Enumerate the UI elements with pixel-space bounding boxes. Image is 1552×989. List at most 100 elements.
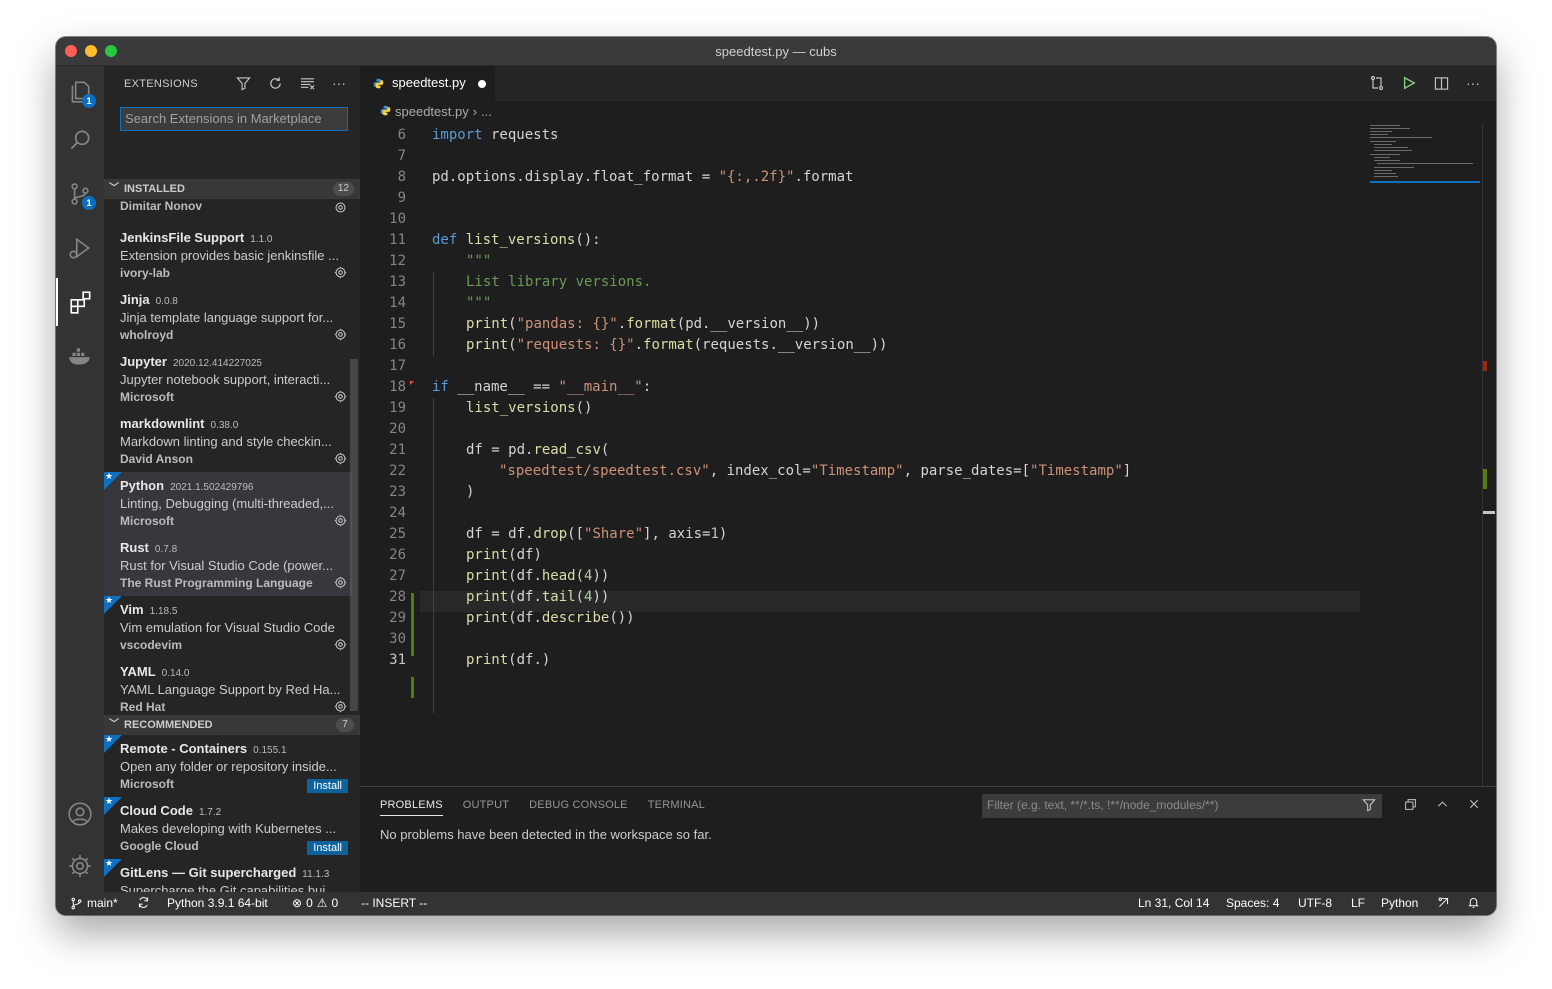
filter-icon[interactable]: [234, 74, 252, 92]
sidebar-scrollbar[interactable]: [350, 359, 358, 711]
manage-gear-icon[interactable]: [332, 326, 348, 342]
manage-gear-icon[interactable]: [332, 450, 348, 466]
extension-item[interactable]: Jinja 0.0.8 Jinja template language suppor…: [104, 286, 352, 348]
extension-item[interactable]: JenkinsFile Support 1.1.0 Extension provid…: [104, 224, 352, 286]
line-number: 6: [397, 127, 406, 143]
refresh-icon[interactable]: [266, 74, 284, 92]
indentation[interactable]: Spaces: 4: [1226, 896, 1279, 910]
install-button[interactable]: Install: [307, 779, 348, 793]
docker-activity[interactable]: [56, 332, 104, 380]
more-actions-icon[interactable]: ···: [1464, 74, 1482, 92]
extension-item[interactable]: ★ Vim 1.18.5 Vim emulation for Visual Studi…: [104, 595, 352, 658]
explorer-badge: 1: [82, 94, 96, 108]
extension-item[interactable]: ★ Python 2021.1.502429796 Linting, Debuggin…: [104, 471, 352, 534]
extension-item[interactable]: Jupyter 2020.12.414227025 Jupyter notebook…: [104, 348, 352, 410]
extension-item[interactable]: markdownlint 0.38.0 Markdown linting and s…: [104, 410, 352, 472]
ext-publisher: wholroyd: [120, 328, 174, 342]
line-number: 17: [389, 358, 406, 374]
extension-item[interactable]: YAML 0.14.0 YAML Language Support by Red H…: [104, 658, 352, 715]
manage-gear-icon[interactable]: [332, 698, 348, 714]
end-of-line[interactable]: LF: [1351, 896, 1365, 910]
recommended-section-header[interactable]: ﹀ RECOMMENDED 7: [104, 715, 360, 735]
manage-gear-icon[interactable]: [332, 512, 348, 528]
token: drop: [533, 526, 568, 542]
chevron-up-icon[interactable]: [1434, 796, 1450, 812]
encoding[interactable]: UTF-8: [1298, 896, 1332, 910]
manage-gear-icon[interactable]: [332, 264, 348, 280]
manage-gear-icon[interactable]: [332, 199, 348, 215]
code-line: 19 list_versions(): [360, 398, 1360, 419]
installed-section-header[interactable]: ﹀ INSTALLED 12: [104, 179, 360, 199]
feedback-icon[interactable]: [1437, 896, 1450, 909]
extension-item[interactable]: Rust 0.7.8 Rust for Visual Studio Code (po…: [104, 534, 352, 596]
problems-filter-input[interactable]: Filter (e.g. text, **/*.ts, !**/node_mod…: [982, 794, 1382, 818]
token: """: [466, 295, 492, 311]
tab-terminal[interactable]: TERMINAL: [648, 799, 705, 816]
python-file-icon: [380, 104, 391, 119]
explorer-activity[interactable]: 1: [56, 68, 104, 116]
extensions-activity[interactable]: [56, 278, 104, 326]
branch-status[interactable]: main*: [70, 896, 118, 910]
language-mode[interactable]: Python: [1381, 896, 1418, 910]
filter-icon[interactable]: [1362, 798, 1376, 815]
filter-placeholder: Filter (e.g. text, **/*.ts, !**/node_mod…: [987, 798, 1219, 812]
extensions-search-input[interactable]: Search Extensions in Marketplace: [120, 107, 348, 131]
warning-icon: ⚠: [316, 896, 328, 910]
code-line: 28 print(df.tail(4)): [360, 587, 1360, 608]
manage-gear-icon[interactable]: [332, 574, 348, 590]
search-activity[interactable]: [56, 116, 104, 164]
tab-debug-console[interactable]: DEBUG CONSOLE: [529, 799, 628, 816]
close-icon[interactable]: [1466, 796, 1482, 812]
manage-gear-icon[interactable]: [332, 388, 348, 404]
manage-activity[interactable]: [56, 842, 104, 890]
sidebar-title: EXTENSIONS: [124, 78, 198, 90]
extension-item[interactable]: ★ GitLens — Git supercharged 11.1.3 Superch…: [104, 858, 352, 892]
manage-gear-icon[interactable]: [332, 636, 348, 652]
list-item-partial[interactable]: Dimitar Nonov: [104, 199, 352, 224]
problems-status[interactable]: ⊗ 0 ⚠ 0: [292, 896, 338, 910]
docker-icon: [69, 348, 90, 365]
token: list_versions: [466, 400, 576, 416]
bell-icon[interactable]: [1467, 896, 1480, 909]
tab-speedtest-py[interactable]: speedtest.py: [360, 66, 495, 101]
breadcrumb-symbol[interactable]: ...: [481, 104, 492, 119]
code-editor[interactable]: 6 import requests 7 8 pd.options.display.f…: [360, 125, 1360, 671]
split-editor-icon[interactable]: [1432, 74, 1450, 92]
accounts-activity[interactable]: [56, 790, 104, 838]
code-line: 21 df = pd.read_csv(: [360, 440, 1360, 461]
python-interpreter[interactable]: Python 3.9.1 64-bit: [167, 896, 268, 910]
breadcrumb-file[interactable]: speedtest.py: [395, 104, 469, 119]
restore-panel-icon[interactable]: [1402, 796, 1418, 812]
tab-problems[interactable]: PROBLEMS: [380, 799, 443, 816]
vscode-window: speedtest.py — cubs 1 1 EXTENSIONS ··· S…: [56, 37, 1496, 915]
clear-icon[interactable]: [298, 74, 316, 92]
activity-bar: 1 1: [56, 66, 104, 892]
unsaved-dot-icon[interactable]: [478, 80, 486, 88]
ext-description: Rust for Visual Studio Code (power...: [120, 558, 333, 573]
token: """: [466, 253, 492, 269]
more-actions-icon[interactable]: ···: [330, 74, 348, 92]
ext-name: Jinja 0.0.8: [120, 292, 178, 307]
token: :: [642, 379, 652, 395]
install-button[interactable]: Install: [307, 841, 348, 855]
code-line: 12 """: [360, 251, 1360, 272]
ext-publisher: ivory-lab: [120, 266, 171, 280]
line-number: 31: [389, 652, 406, 668]
overview-ruler[interactable]: [1482, 123, 1496, 795]
breadcrumb: speedtest.py › ...: [380, 104, 492, 119]
extension-item[interactable]: ★ Cloud Code 1.7.2 Makes developing with Ku…: [104, 796, 352, 859]
run-icon[interactable]: [1400, 74, 1418, 92]
ext-version: 2020.12.414227025: [172, 358, 262, 369]
ext-description: Jupyter notebook support, interacti...: [120, 372, 331, 387]
line-number: 8: [397, 169, 406, 185]
line-number: 22: [389, 463, 406, 479]
sync-icon[interactable]: [137, 896, 150, 909]
cursor-position[interactable]: Ln 31, Col 14: [1138, 896, 1209, 910]
token: format: [626, 316, 677, 332]
compare-changes-icon[interactable]: [1368, 74, 1386, 92]
source-control-activity[interactable]: 1: [56, 170, 104, 218]
minimap[interactable]: [1368, 123, 1480, 183]
tab-output[interactable]: OUTPUT: [463, 799, 509, 816]
run-debug-activity[interactable]: [56, 224, 104, 272]
extension-item[interactable]: ★ Remote - Containers 0.155.1 Open any fold…: [104, 735, 352, 797]
